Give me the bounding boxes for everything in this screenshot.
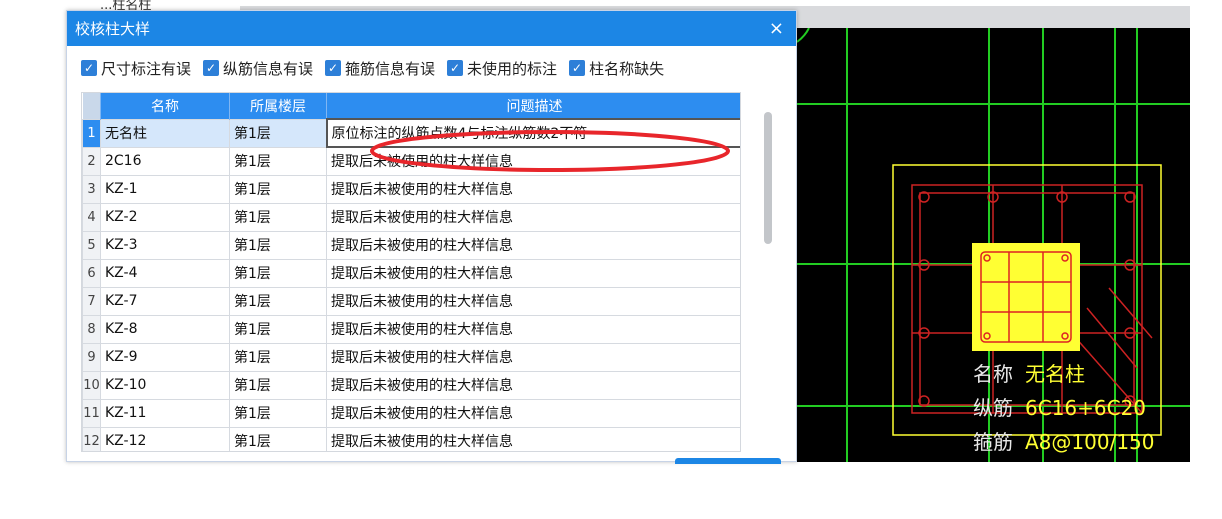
filter-stirrup-error[interactable]: ✓ 箍筋信息有误 <box>325 58 435 79</box>
row-index[interactable]: 2 <box>82 146 101 176</box>
row-name[interactable]: KZ-3 <box>100 230 230 260</box>
cad-label-longitudinal: 纵筋 6C16+6C20 <box>973 396 1147 420</box>
filter-unused-annotation[interactable]: ✓ 未使用的标注 <box>447 58 557 79</box>
header-description[interactable]: 问题描述 <box>326 93 740 119</box>
table-row[interactable]: 1 无名柱 第1层 原位标注的纵筋点数4与标注纵筋数2不符 <box>82 118 740 148</box>
checkbox-checked-icon[interactable]: ✓ <box>569 60 586 76</box>
row-floor[interactable]: 第1层 <box>229 398 327 428</box>
row-floor[interactable]: 第1层 <box>229 370 327 400</box>
filter-bar: ✓ 尺寸标注有误 ✓ 纵筋信息有误 ✓ 箍筋信息有误 ✓ 未使用的标注 ✓ 柱名… <box>67 46 796 90</box>
row-floor[interactable]: 第1层 <box>229 118 327 148</box>
table-row[interactable]: 10 KZ-10 第1层 提取后未被使用的柱大样信息 <box>82 370 740 400</box>
filter-longitudinal-error[interactable]: ✓ 纵筋信息有误 <box>203 58 313 79</box>
check-column-dialog: 校核柱大样 × ✓ 尺寸标注有误 ✓ 纵筋信息有误 ✓ 箍筋信息有误 ✓ 未使用… <box>66 10 797 464</box>
row-name[interactable]: KZ-4 <box>100 258 230 288</box>
row-index[interactable]: 11 <box>82 398 101 428</box>
row-name[interactable]: KZ-7 <box>100 286 230 316</box>
scrollbar-thumb[interactable] <box>764 112 772 244</box>
row-description[interactable]: 提取后未被使用的柱大样信息 <box>326 202 740 232</box>
row-name[interactable]: KZ-9 <box>100 342 230 372</box>
row-index[interactable]: 4 <box>82 202 101 232</box>
row-floor[interactable]: 第1层 <box>229 202 327 232</box>
row-floor[interactable]: 第1层 <box>229 230 327 260</box>
dialog-title: 校核柱大样 <box>75 20 151 38</box>
confirm-button[interactable] <box>675 458 781 464</box>
table-row[interactable]: 12 KZ-12 第1层 提取后未被使用的柱大样信息 <box>82 426 740 451</box>
table-row[interactable]: 6 KZ-4 第1层 提取后未被使用的柱大样信息 <box>82 258 740 288</box>
dialog-titlebar[interactable]: 校核柱大样 × <box>67 11 796 46</box>
header-floor[interactable]: 所属楼层 <box>229 93 327 119</box>
filter-missing-name[interactable]: ✓ 柱名称缺失 <box>569 58 664 79</box>
left-strip <box>0 0 36 519</box>
filter-label: 未使用的标注 <box>467 59 558 78</box>
row-name[interactable]: KZ-11 <box>100 398 230 428</box>
vertical-scrollbar[interactable] <box>761 92 775 452</box>
header-name[interactable]: 名称 <box>100 93 230 119</box>
row-index[interactable]: 12 <box>82 426 101 451</box>
row-index[interactable]: 1 <box>82 118 101 148</box>
row-index[interactable]: 9 <box>82 342 101 372</box>
row-name[interactable]: KZ-12 <box>100 426 230 451</box>
row-name[interactable]: KZ-1 <box>100 174 230 204</box>
row-floor[interactable]: 第1层 <box>229 174 327 204</box>
row-name[interactable]: 无名柱 <box>100 118 230 148</box>
table-row[interactable]: 2 2C16 第1层 提取后未被使用的柱大样信息 <box>82 146 740 176</box>
filter-label: 纵筋信息有误 <box>223 59 314 78</box>
table-row[interactable]: 7 KZ-7 第1层 提取后未被使用的柱大样信息 <box>82 286 740 316</box>
row-index[interactable]: 6 <box>82 258 101 288</box>
table-row[interactable]: 8 KZ-8 第1层 提取后未被使用的柱大样信息 <box>82 314 740 344</box>
table-row[interactable]: 4 KZ-2 第1层 提取后未被使用的柱大样信息 <box>82 202 740 232</box>
page: ...柱名柱 名称 无名柱 纵筋 6C16+6C20 箍筋 A8@100/150… <box>0 0 1222 519</box>
cad-label-stirrup: 箍筋 A8@100/150 <box>973 430 1155 454</box>
table-row[interactable]: 3 KZ-1 第1层 提取后未被使用的柱大样信息 <box>82 174 740 204</box>
row-floor[interactable]: 第1层 <box>229 286 327 316</box>
filter-size-error[interactable]: ✓ 尺寸标注有误 <box>81 58 191 79</box>
row-index[interactable]: 3 <box>82 174 101 204</box>
row-name[interactable]: KZ-10 <box>100 370 230 400</box>
row-description[interactable]: 提取后未被使用的柱大样信息 <box>326 342 740 372</box>
row-floor[interactable]: 第1层 <box>229 426 327 451</box>
row-index[interactable]: 10 <box>82 370 101 400</box>
row-index[interactable]: 7 <box>82 286 101 316</box>
row-description[interactable]: 原位标注的纵筋点数4与标注纵筋数2不符 <box>325 118 740 148</box>
row-name[interactable]: KZ-2 <box>100 202 230 232</box>
filter-label: 柱名称缺失 <box>589 59 665 78</box>
row-description[interactable]: 提取后未被使用的柱大样信息 <box>326 258 740 288</box>
table-row[interactable]: 9 KZ-9 第1层 提取后未被使用的柱大样信息 <box>82 342 740 372</box>
table-header-row: 名称 所属楼层 问题描述 <box>82 93 740 119</box>
row-floor[interactable]: 第1层 <box>229 146 327 176</box>
row-description[interactable]: 提取后未被使用的柱大样信息 <box>326 370 740 400</box>
row-description[interactable]: 提取后未被使用的柱大样信息 <box>326 398 740 428</box>
filter-label: 尺寸标注有误 <box>101 59 192 78</box>
row-floor[interactable]: 第1层 <box>229 258 327 288</box>
table-row[interactable]: 11 KZ-11 第1层 提取后未被使用的柱大样信息 <box>82 398 740 428</box>
row-floor[interactable]: 第1层 <box>229 342 327 372</box>
cad-label-name: 名称 无名柱 <box>973 362 1085 386</box>
checkbox-checked-icon[interactable]: ✓ <box>81 60 97 76</box>
checkbox-checked-icon[interactable]: ✓ <box>203 60 220 76</box>
table-row[interactable]: 5 KZ-3 第1层 提取后未被使用的柱大样信息 <box>82 230 740 260</box>
row-description[interactable]: 提取后未被使用的柱大样信息 <box>326 146 740 176</box>
row-description[interactable]: 提取后未被使用的柱大样信息 <box>326 174 740 204</box>
checkbox-checked-icon[interactable]: ✓ <box>447 60 464 76</box>
close-icon[interactable]: × <box>769 19 784 38</box>
row-name[interactable]: KZ-8 <box>100 314 230 344</box>
row-floor[interactable]: 第1层 <box>229 314 327 344</box>
row-description[interactable]: 提取后未被使用的柱大样信息 <box>326 314 740 344</box>
row-index[interactable]: 8 <box>82 314 101 344</box>
cad-canvas[interactable]: 名称 无名柱 纵筋 6C16+6C20 箍筋 A8@100/150 <box>797 28 1190 462</box>
row-name[interactable]: 2C16 <box>100 146 230 176</box>
row-description[interactable]: 提取后未被使用的柱大样信息 <box>326 230 740 260</box>
row-description[interactable]: 提取后未被使用的柱大样信息 <box>326 426 740 451</box>
checkbox-checked-icon[interactable]: ✓ <box>325 60 342 76</box>
filter-label: 箍筋信息有误 <box>345 59 436 78</box>
header-index <box>82 93 101 119</box>
row-index[interactable]: 5 <box>82 230 101 260</box>
row-description[interactable]: 提取后未被使用的柱大样信息 <box>326 286 740 316</box>
issue-table: 名称 所属楼层 问题描述 1 无名柱 第1层 原位标注的纵筋点数4与标注纵筋数2不符 2… <box>81 92 741 452</box>
